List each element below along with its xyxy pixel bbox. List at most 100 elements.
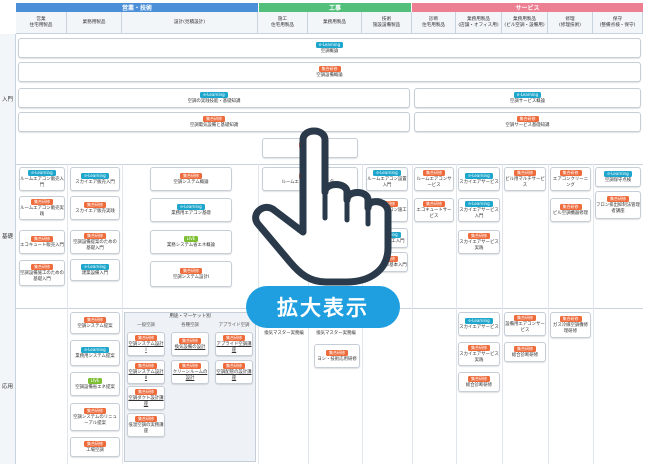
course-kiso-c10-1[interactable]: 集合研修 ビル空調機器修理 — [550, 198, 591, 222]
market-panel-title: 用途・マーケット別 — [169, 314, 211, 319]
tag-shugo: 集合研修 — [84, 407, 106, 414]
course-panel-c3-1[interactable]: 集合研修 空調配管の設計講座 — [215, 360, 253, 384]
course-kiso-c8-0[interactable]: e-Learning スカイエアサービス — [458, 167, 500, 191]
tag-elearning: e-Learning — [465, 200, 493, 207]
course-panel-c2-0[interactable]: 集合研修 換気設備の設計 — [171, 332, 209, 356]
tag-shugo: 集合研修 — [203, 115, 225, 122]
tag-shugo: 集合研修 — [135, 362, 157, 369]
course-kiso-c11-0[interactable]: e-Learning 空調保守点検 — [595, 167, 641, 187]
row-label-oyo: 応用 — [0, 308, 16, 464]
tag-shugo: 集合研修 — [84, 316, 106, 323]
tag-shugo: 集合研修 — [84, 201, 106, 208]
tag-elearning: e-Learning — [465, 317, 493, 324]
col-header-shindan: 診断 住宅用製品 — [412, 12, 456, 34]
tag-shugo: 集合研修 — [223, 362, 245, 369]
tag-shugo: 集合研修 — [31, 235, 53, 242]
tag-shugo: 集合研修 — [514, 169, 536, 176]
row-label-kiso: 基礎 — [0, 164, 16, 308]
tag-shugo: 集合研修 — [223, 334, 245, 341]
course-kiso-c7-2[interactable]: 集合研修 エコキュートサービス — [414, 198, 454, 222]
tag-elearning: e-Learning — [604, 170, 632, 177]
course-panel-c2-1[interactable]: 集合研修 クリーンルームの設計 — [171, 360, 209, 384]
course-oyo-c5-c[interactable]: 集合研修 ヨシ・技術応用研修 — [314, 344, 360, 368]
tag-shugo: 集合研修 — [31, 263, 53, 270]
panel-col-various: 各種空調 — [181, 323, 199, 328]
row-label-nyumon: 入門 — [0, 34, 16, 164]
course-service-gairon[interactable]: e-Learning 空調サービス概論 — [414, 88, 641, 108]
tag-shugo: 集合研修 — [516, 115, 539, 122]
col-header-seko-house: 施工 住宅用製品 — [258, 12, 308, 34]
course-oyo-c2-0[interactable]: 集合研修 空調システム提案 — [70, 312, 120, 334]
course-kiso-c2-3[interactable]: e-Learning 建築設備入門 — [70, 259, 120, 281]
course-kiso-c9-0[interactable]: 集合研修 ビル用マルチサービス — [504, 167, 546, 191]
tag-elearning: e-Learning — [177, 203, 205, 210]
tag-shugo: 集合研修 — [559, 315, 582, 322]
tag-shugo: 集合研修 — [135, 334, 157, 341]
course-kiso-c1-1[interactable]: 集合研修 ルームエアコン販売実践 — [19, 196, 65, 220]
course-oyo-c4[interactable]: 換気マスター実務編 — [260, 330, 308, 338]
training-map: 営業・技術 工事 サービス 営業 住宅用製品 業務用製品 設計(見積設計) 施工住… — [0, 0, 646, 464]
tag-elearning: e-Learning — [315, 41, 344, 48]
tag-elearning: e-Learning — [81, 263, 109, 270]
course-oyo-c10-0[interactable]: 集合研修 ガス冷媒空調機修理研修 — [550, 312, 591, 338]
tag-shugo: 集合研修 — [468, 344, 490, 351]
tag-shugo: 集合研修 — [84, 440, 106, 447]
tag-shugo: 集合研修 — [326, 349, 348, 356]
course-kiso-c8-1[interactable]: e-Learning スカイエアサービス入門 — [458, 198, 500, 222]
course-panel-c1-2[interactable]: 集合研修 空調ダクト設計講座 — [127, 386, 165, 410]
course-panel-c1-0[interactable]: 集合研修 空調システム設計Ⅰ — [127, 332, 165, 356]
tag-shugo: 集合研修 — [514, 345, 536, 352]
tag-shugo: 集合研修 — [468, 232, 490, 239]
course-oyo-c2-4[interactable]: 集合研修 工場空調 — [70, 437, 120, 457]
course-oyo-c2-2[interactable]: LIVE 空調設備省エネ提案 — [70, 372, 120, 396]
group-header-koji: 工事 — [259, 3, 411, 12]
course-kucho-gairon[interactable]: e-Learning 空調概論 — [18, 38, 641, 58]
course-kiso-c3-3[interactable]: 集合研修 空調システム設計Ⅰ — [150, 261, 232, 287]
course-kiso-c1-2[interactable]: 集合研修 エコキュート販売入門 — [19, 230, 65, 254]
tag-shugo: 集合研修 — [468, 375, 490, 382]
tag-elearning: e-Learning — [81, 346, 109, 353]
course-kiso-c8-2[interactable]: 集合研修 スカイエアサービス実践 — [458, 230, 500, 254]
course-jissen-kiso[interactable]: e-Learning 空調の実践技能・基礎知識 — [18, 88, 410, 108]
tag-shugo: 集合研修 — [423, 169, 445, 176]
col-header-design: 設計(見積設計) — [122, 12, 258, 34]
tag-elearning: e-Learning — [81, 172, 109, 179]
group-header-eigyo: 営業・技術 — [16, 3, 258, 12]
course-oyo-c9-0[interactable]: 集合研修 設備用エアコンサービス — [504, 312, 546, 336]
tag-shugo: 集合研修 — [607, 195, 629, 202]
course-oyo-c8-0[interactable]: e-Learning スカイエアサービス — [458, 312, 500, 336]
col-header-shop-office: 業務用製品 (店舗・オフィス用) — [456, 12, 502, 34]
course-panel-c1-3[interactable]: 集合研修 低温空調の実務講座 — [127, 413, 165, 437]
course-oyo-c8-1[interactable]: 集合研修 スカイエアサービス実践 — [458, 342, 500, 366]
tag-live: LIVE — [87, 377, 103, 384]
tag-shugo: 集合研修 — [31, 198, 53, 205]
course-kiso-c2-1[interactable]: 集合研修 スカイエア販売実践 — [70, 196, 120, 220]
zoom-button[interactable]: 拡大表示 — [246, 286, 400, 328]
course-kiso-c3-0[interactable]: 集合研修 空調システム概論 — [150, 167, 232, 191]
course-panel-c1-1[interactable]: 集合研修 空調システム設計Ⅱ — [127, 360, 165, 384]
course-kiso-c2-2[interactable]: 集合研修 空調設備提案のための基礎入門 — [70, 230, 120, 254]
course-kiso-c10-0[interactable]: 集合研修 エアコンクリーニング — [550, 167, 591, 191]
hand-pointer-icon — [252, 127, 392, 286]
course-kiso-c11-1[interactable]: 集合研修 フロン排出抑制法管理者講座 — [595, 191, 641, 219]
course-kiso-c3-2[interactable]: LIVE 業務システム省エネ概論 — [150, 230, 232, 254]
tag-shugo: 集合研修 — [559, 203, 582, 210]
course-kiso-c7-0[interactable]: 集合研修 ルームエアコンサービス — [414, 167, 454, 191]
course-service-kiso[interactable]: 集合研修 空調サービス基礎知識 — [414, 112, 641, 132]
tag-shugo: 集合研修 — [514, 314, 536, 321]
course-kiso-c2-0[interactable]: e-Learning スカイエア販売入門 — [70, 167, 120, 191]
tag-shugo: 集合研修 — [84, 232, 106, 239]
course-oyo-c2-1[interactable]: e-Learning 業務用システム提案 — [70, 340, 120, 366]
course-kiso-c3-1[interactable]: e-Learning 業務用エアコン基礎 — [150, 198, 232, 222]
col-header-repair: 修理 (修理技術) — [548, 12, 593, 34]
course-kiso-c1-3[interactable]: 集合研修 空調設備施工のための基礎入門 — [19, 260, 65, 286]
course-panel-c3-0[interactable]: 集合研修 アプライド空調講座 — [215, 332, 253, 356]
course-oyo-c8-2[interactable]: 集合研修 総合診断研修 — [458, 372, 500, 392]
course-oyo-c2-3[interactable]: 集合研修 空調システムのリニューアル提案 — [70, 403, 120, 431]
course-kiso-c1-0[interactable]: e-Learning ルームエアコン販売入門 — [19, 167, 65, 191]
course-oyo-c9-1[interactable]: 集合研修 総合診断研修 — [504, 342, 546, 362]
tag-shugo: 集合研修 — [180, 172, 202, 179]
course-kucho-setsubi-gairon[interactable]: 集合研修 空調設備概論 — [18, 62, 641, 82]
col-header-eigyo-house: 営業 住宅用製品 — [16, 12, 67, 34]
course-oyo-c5[interactable]: 換気マスター実務編 — [310, 330, 362, 338]
